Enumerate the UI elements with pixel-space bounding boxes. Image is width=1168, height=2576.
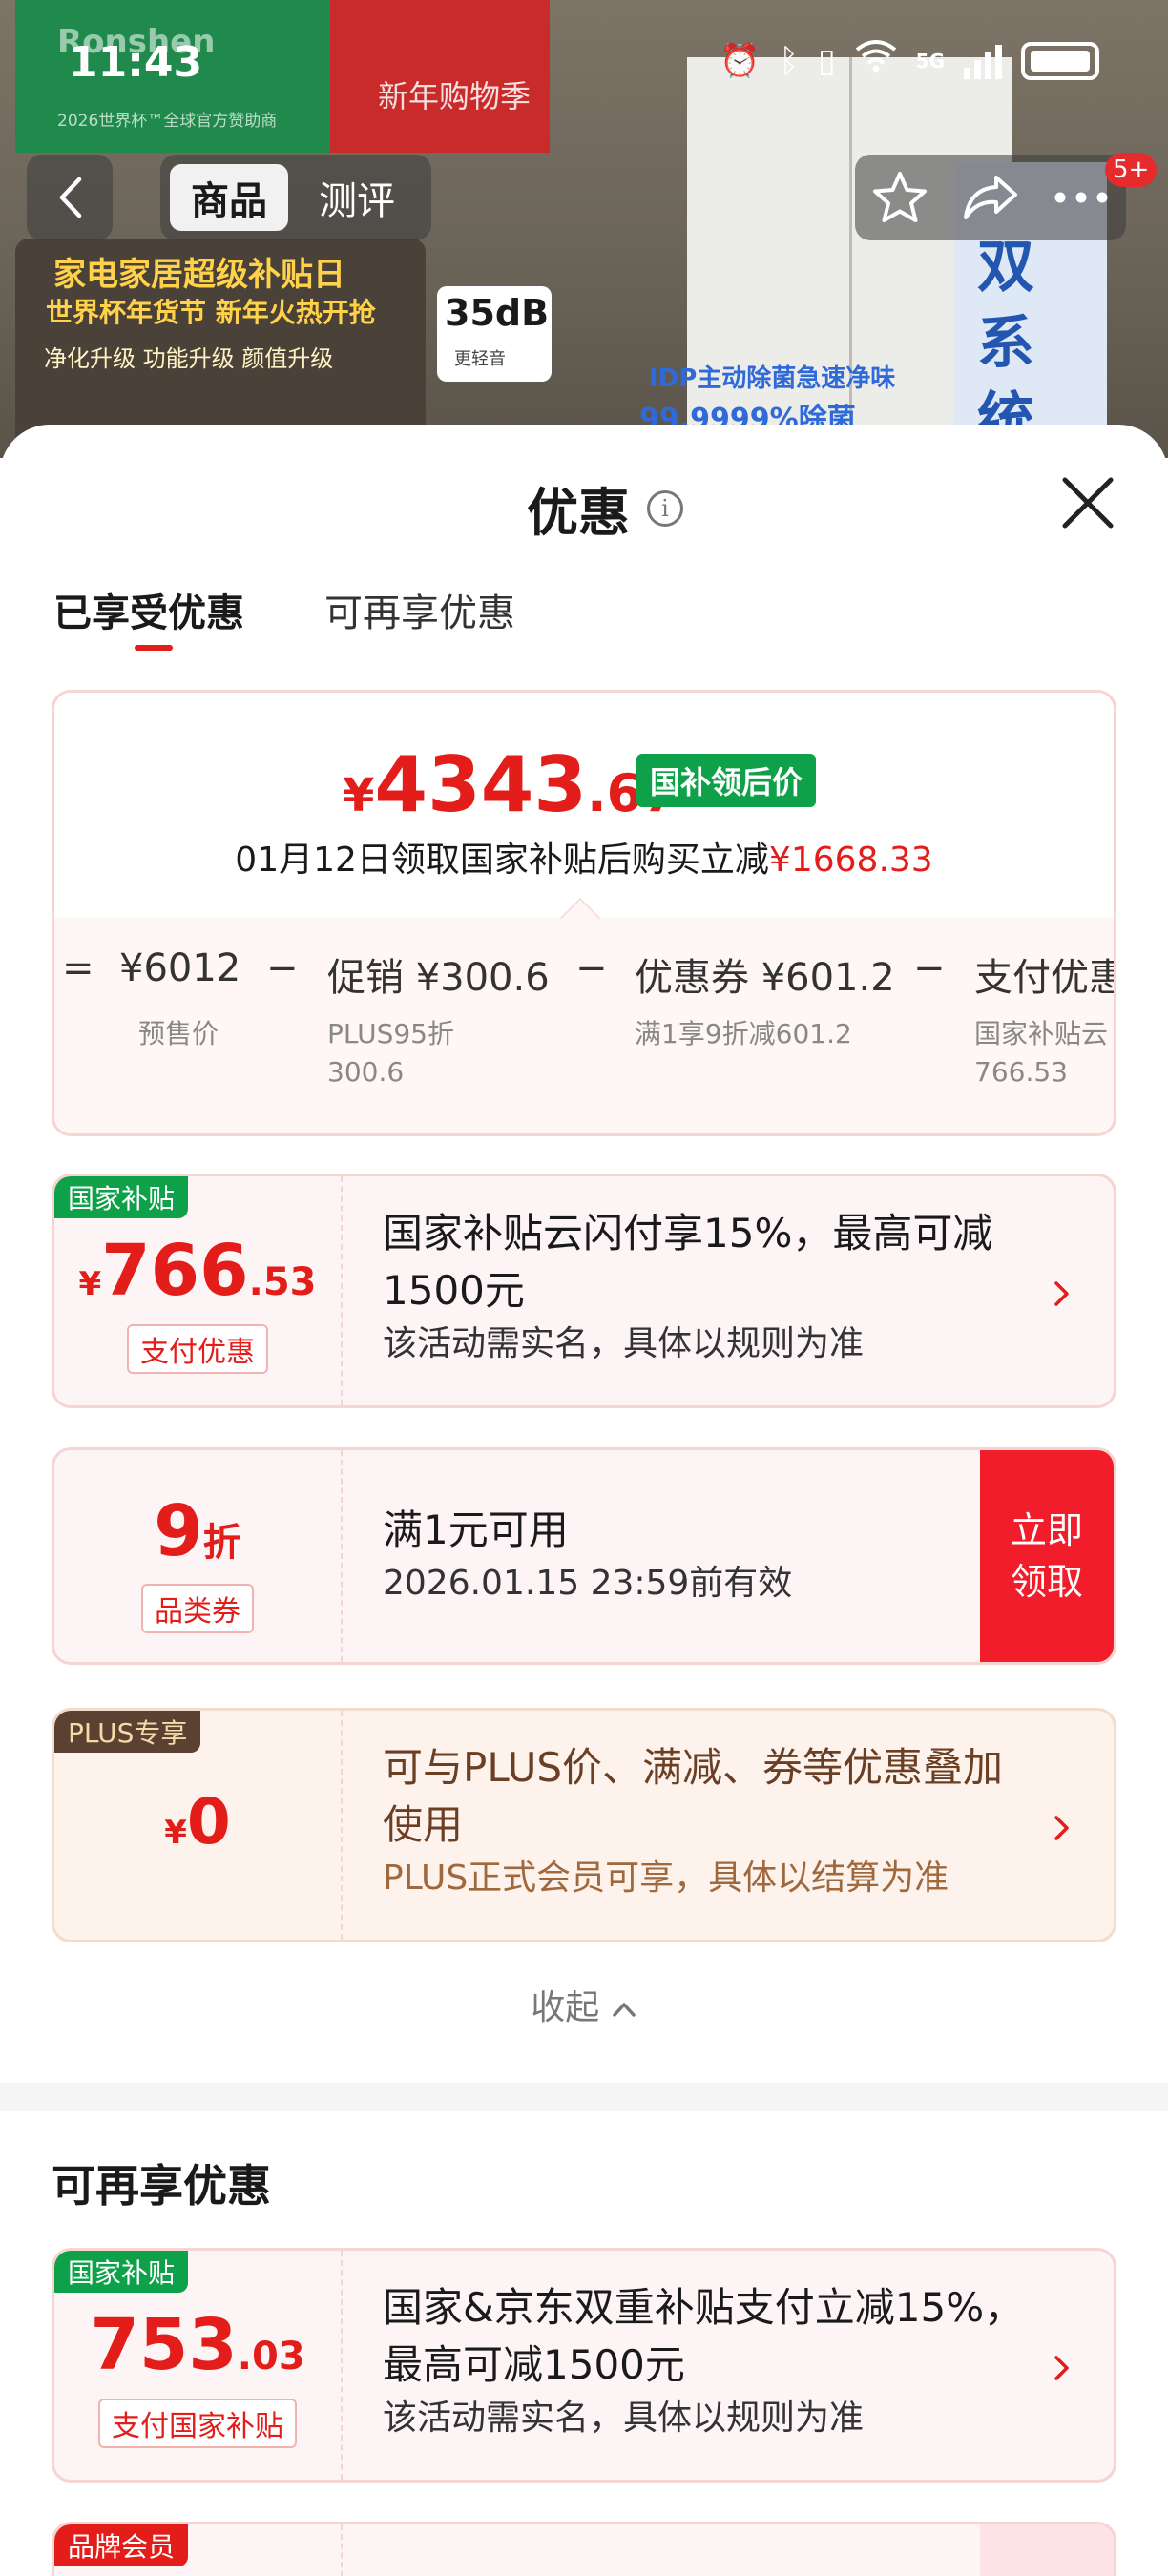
dual-minor: 该活动需实名，具体以规则为准 xyxy=(383,2399,865,2438)
breakdown-note-4: 国家补贴云 766.53 xyxy=(974,1018,1109,1088)
plus-minor: PLUS正式会员可享，具体以结算为准 xyxy=(383,1859,949,1898)
dual-sublabel: 支付国家补贴 xyxy=(98,2399,297,2448)
discount-tabs: 已享受优惠 可再享优惠 xyxy=(53,582,515,651)
currency-symbol: ¥ xyxy=(343,769,375,822)
dual-amount-dec: .03 xyxy=(237,2335,305,2379)
sheet-title: 优惠 xyxy=(527,483,630,543)
side-text: 双系统 xyxy=(977,234,1034,453)
offer-card-subsidy[interactable]: 国家补贴 ¥766.53 支付优惠 国家补贴云闪付享15%，最高可减1500元 … xyxy=(52,1174,1116,1408)
price-breakdown[interactable]: = ¥6012 预售价 − 促销 ¥300.6 PLUS95折 300.6 − … xyxy=(54,918,1116,1133)
coupon-minor: 2026.01.15 23:59前有效 xyxy=(383,1564,793,1603)
info-icon[interactable]: i xyxy=(647,489,683,527)
coupon-main: 满1元可用 xyxy=(383,1506,569,1553)
plus-amount: ¥0 xyxy=(54,1785,341,1859)
section-divider xyxy=(0,2083,1168,2111)
breakdown-op-1: = xyxy=(62,946,94,990)
status-icons: ⏰ ᛒ ▯ 5G xyxy=(720,40,1099,81)
breakdown-note-3: 满1享9折减601.2 xyxy=(635,1018,852,1049)
offer-badge: 国家补贴 xyxy=(54,1176,189,1218)
coupon-sublabel: 品类券 xyxy=(141,1584,254,1633)
breakdown-label-4: 支付优惠 xyxy=(974,956,1116,1000)
plus-amount-int: 0 xyxy=(186,1785,231,1859)
offer-currency: ¥ xyxy=(78,1265,102,1303)
collapse-button[interactable]: 收起 xyxy=(0,1980,1168,2029)
price-card: ¥ 4343 .67 国补领后价 01月12日领取国家补贴后购买立减¥1668.… xyxy=(52,690,1116,1136)
dual-amount: 753.03 xyxy=(54,2304,341,2386)
coupon-value: 9 xyxy=(154,1490,203,1572)
bluetooth-icon: ᛒ xyxy=(779,41,799,80)
message-badge: 5+ xyxy=(1105,153,1158,187)
more-icon[interactable] xyxy=(1053,191,1110,204)
tab-enjoyed[interactable]: 已享受优惠 xyxy=(53,582,244,651)
share-icon[interactable] xyxy=(962,172,1019,223)
price-tag: 国补领后价 xyxy=(636,754,817,807)
coupon-discount: 9折 xyxy=(54,1490,341,1572)
discount-sheet: 优惠 i 已享受优惠 可再享优惠 ¥ 4343 .67 国补领后价 01月12日… xyxy=(0,425,1168,2576)
wifi-icon xyxy=(855,40,897,81)
nav-actions xyxy=(855,155,1126,240)
offer-sublabel: 支付优惠 xyxy=(127,1324,268,1374)
coupon-unit: 折 xyxy=(202,1521,241,1565)
brand-member-badge: 品牌会员 xyxy=(54,2524,189,2566)
subtitle-amount: ¥1668.33 xyxy=(768,841,933,880)
promo-line1: 家电家居超级补贴日 xyxy=(53,256,345,294)
offer-amount: ¥766.53 xyxy=(54,1230,341,1312)
price-integer: 4343 xyxy=(374,740,588,829)
breakdown-op-2: − xyxy=(266,946,299,990)
offer-minor: 该活动需实名，具体以规则为准 xyxy=(383,1324,865,1363)
signal-icon xyxy=(964,43,1002,79)
breakdown-label-2: 促销 ¥300.6 xyxy=(327,956,550,1000)
claim-coupon-button[interactable]: 立即 领取 xyxy=(980,1450,1114,1662)
noise-sub: 更轻音 xyxy=(454,349,506,369)
promo-line2: 世界杯年货节 新年火热开抢 xyxy=(46,297,376,328)
status-bar: 11:43 ⏰ ᛒ ▯ 5G xyxy=(0,0,1168,134)
star-icon[interactable] xyxy=(871,170,928,225)
collapse-label: 收起 xyxy=(531,1988,600,2027)
noise-value: 35dB xyxy=(445,292,550,334)
breakdown-op-3: − xyxy=(575,946,608,990)
chevron-up-icon xyxy=(612,2003,636,2017)
tab-review[interactable]: 测评 xyxy=(298,164,416,231)
dual-amount-int: 753 xyxy=(90,2304,238,2386)
breakdown-note-1: 预售价 xyxy=(138,1018,219,1049)
tab-available[interactable]: 可再享优惠 xyxy=(324,582,515,637)
chevron-left-icon xyxy=(59,177,82,218)
plus-currency: ¥ xyxy=(164,1814,187,1852)
chevron-right-icon xyxy=(1054,1281,1069,1306)
alarm-icon: ⏰ xyxy=(720,41,761,80)
chevron-right-icon xyxy=(1054,1816,1069,1840)
price-subtitle: 01月12日领取国家补贴后购买立减¥1668.33 xyxy=(54,832,1114,882)
breakdown-label-3: 优惠券 ¥601.2 xyxy=(635,956,895,1000)
plus-main: 可与PLUS价、满减、券等优惠叠加使用 xyxy=(383,1744,1004,1848)
dual-main: 国家&京东双重补贴支付立减15%，最高可减1500元 xyxy=(383,2284,1025,2388)
subtitle-text: 01月12日领取国家补贴后购买立减 xyxy=(235,841,769,880)
network-label: 5G xyxy=(915,49,945,73)
battery-icon xyxy=(1021,41,1099,80)
status-time: 11:43 xyxy=(69,38,203,87)
tab-product[interactable]: 商品 xyxy=(170,164,288,231)
offer-amount-dec: .53 xyxy=(248,1260,317,1304)
plus-badge: PLUS专享 xyxy=(54,1711,201,1753)
nav-tabs: 商品 测评 xyxy=(160,155,431,240)
breakdown-op-4: − xyxy=(913,946,946,990)
close-icon[interactable] xyxy=(1059,474,1116,531)
vibrate-icon: ▯ xyxy=(817,41,836,80)
offer-main: 国家补贴云闪付享15%，最高可减1500元 xyxy=(383,1210,993,1314)
offer-card-brand-member[interactable]: 品牌会员 xyxy=(52,2522,1116,2576)
dual-badge: 国家补贴 xyxy=(54,2251,189,2293)
breakdown-label-1: ¥6012 xyxy=(119,946,241,990)
idp-label: IDP主动除菌急速净味 xyxy=(649,364,896,393)
offer-card-plus[interactable]: PLUS专享 ¥0 可与PLUS价、满减、券等优惠叠加使用 PLUS正式会员可享… xyxy=(52,1708,1116,1942)
breakdown-note-2: PLUS95折 300.6 xyxy=(327,1018,454,1088)
offer-card-coupon: 9折 品类券 满1元可用 2026.01.15 23:59前有效 立即 领取 xyxy=(52,1447,1116,1665)
sheet-header: 优惠 i xyxy=(527,470,683,546)
offer-card-dual-subsidy[interactable]: 国家补贴 753.03 支付国家补贴 国家&京东双重补贴支付立减15%，最高可减… xyxy=(52,2248,1116,2483)
offer-amount-int: 766 xyxy=(101,1230,249,1312)
back-button[interactable] xyxy=(27,155,113,240)
promo-line3: 净化升级 功能升级 颜值升级 xyxy=(44,345,334,372)
final-price: ¥ 4343 .67 xyxy=(343,740,678,829)
section-title: 可再享优惠 xyxy=(52,2160,271,2212)
noise-badge: 35dB 更轻音 xyxy=(437,286,552,382)
chevron-right-icon xyxy=(1054,2356,1069,2380)
